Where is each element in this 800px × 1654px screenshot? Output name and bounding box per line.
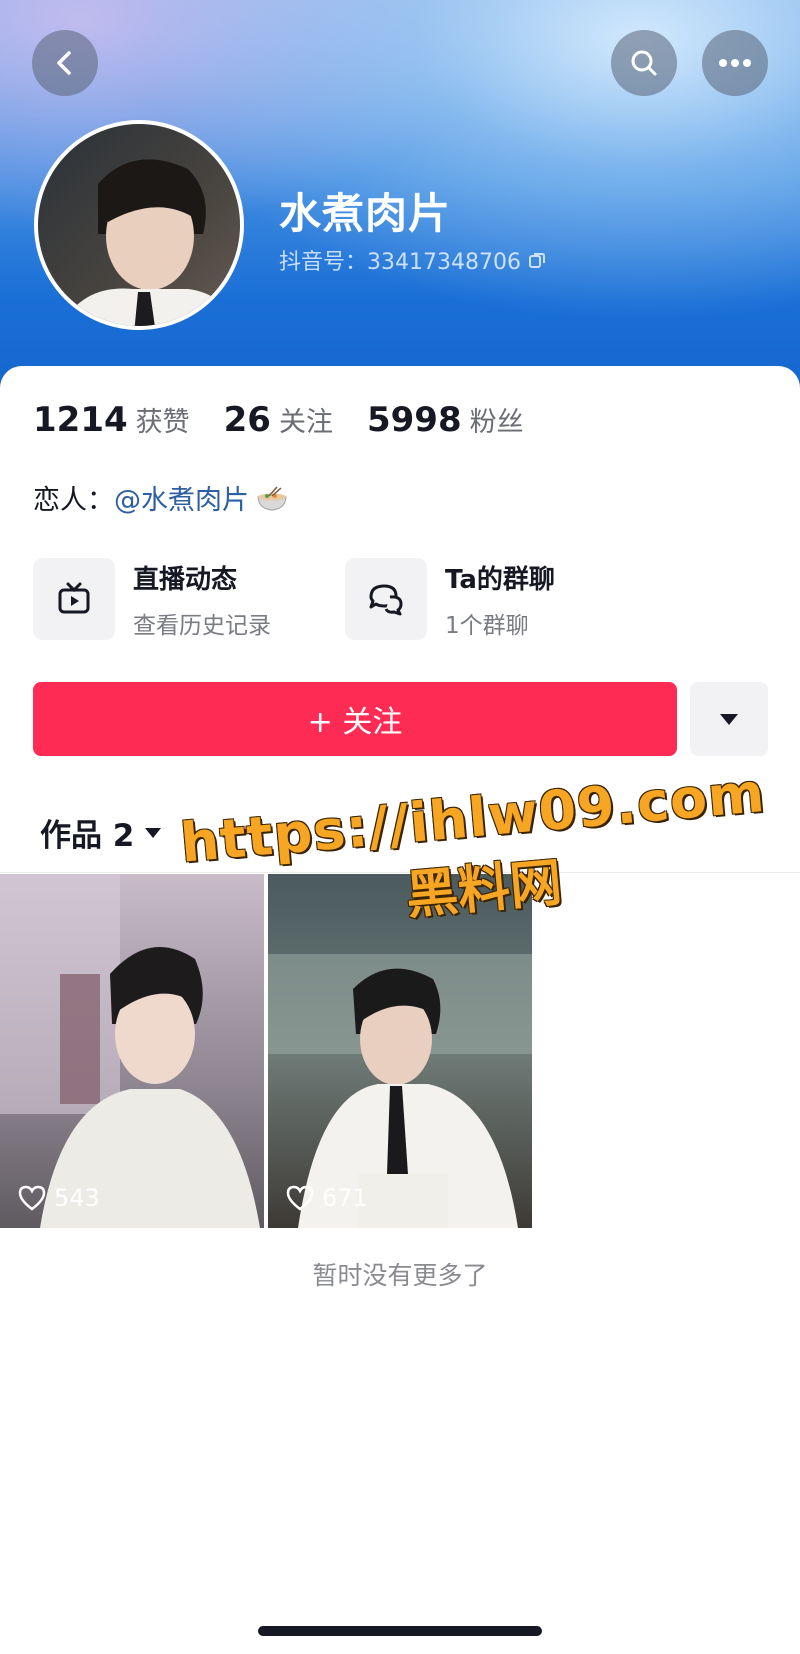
feature-live-icon-box (33, 558, 115, 640)
caret-down-icon (720, 714, 738, 725)
lover-info: 恋人： @水煮肉片 (33, 478, 289, 517)
no-more-content-text: 暂时没有更多了 (312, 1261, 488, 1290)
stat-likes-label: 获赞 (135, 407, 190, 438)
feature-live-subtitle: 查看历史记录 (133, 612, 271, 639)
stat-followers-label: 粉丝 (469, 407, 524, 438)
heart-icon (286, 1185, 314, 1211)
caret-down-icon (145, 827, 162, 838)
feature-group-chat[interactable]: Ta的群聊 1个群聊 (345, 558, 555, 640)
stat-following-value: 26 (223, 400, 271, 440)
work-likes: 543 (18, 1184, 100, 1212)
more-options-button[interactable] (702, 30, 768, 96)
profile-nickname: 水煮肉片 (279, 189, 452, 238)
chat-bubble-icon (369, 584, 403, 616)
noodle-bowl-icon (257, 486, 287, 511)
search-icon (631, 50, 657, 76)
avatar-photo (38, 124, 240, 326)
works-tab-label: 作品 2 (40, 818, 135, 854)
follow-button[interactable]: + 关注 (33, 682, 677, 756)
follow-dropdown-button[interactable] (690, 682, 768, 756)
home-indicator[interactable] (258, 1626, 542, 1636)
douyin-id[interactable]: 抖音号：33417348706 (279, 244, 547, 276)
avatar[interactable] (34, 120, 244, 330)
feature-chat-title: Ta的群聊 (445, 564, 555, 595)
work-likes-count: 543 (54, 1184, 100, 1212)
stat-followers-value: 5998 (366, 400, 462, 440)
chevron-left-icon (57, 51, 71, 75)
douyin-id-text: 抖音号：33417348706 (279, 250, 521, 275)
work-likes-count: 671 (322, 1184, 368, 1212)
tv-icon (58, 582, 90, 614)
stat-following-label: 关注 (278, 407, 333, 438)
feature-live-title: 直播动态 (133, 564, 238, 595)
heart-icon (18, 1185, 46, 1211)
work-likes: 671 (286, 1184, 368, 1212)
tab-works[interactable]: 作品 2 (40, 810, 162, 855)
stat-likes-value: 1214 (33, 400, 128, 440)
search-button[interactable] (611, 30, 677, 96)
stat-likes[interactable]: 1214 获赞 (33, 400, 190, 440)
profile-stats: 1214 获赞 26 关注 5998 粉丝 (33, 400, 558, 440)
back-button[interactable] (32, 30, 98, 96)
more-dots-icon (719, 59, 751, 67)
feature-live-history[interactable]: 直播动态 查看历史记录 (33, 558, 271, 640)
feature-chat-icon-box (345, 558, 427, 640)
lover-link[interactable]: @水煮肉片 (114, 478, 249, 517)
copy-icon[interactable] (527, 250, 547, 270)
feature-chat-subtitle: 1个群聊 (445, 612, 529, 639)
stat-followers[interactable]: 5998 粉丝 (367, 400, 524, 440)
lover-label: 恋人： (33, 485, 114, 516)
stat-following[interactable]: 26 关注 (224, 400, 333, 440)
